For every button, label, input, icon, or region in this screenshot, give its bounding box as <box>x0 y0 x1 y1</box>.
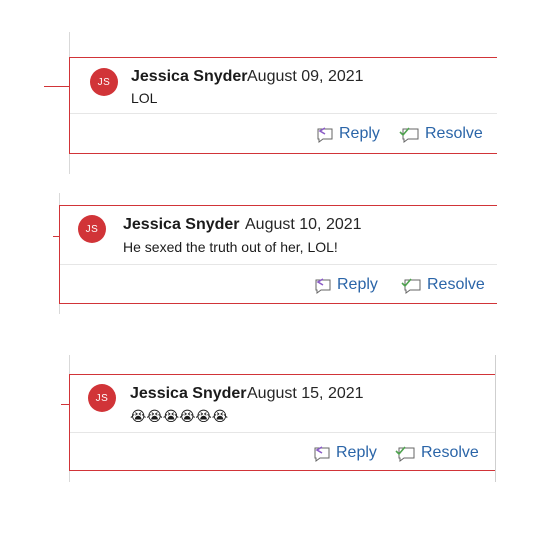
reply-button[interactable]: Reply <box>312 444 377 462</box>
comment-date: August 15, 2021 <box>247 385 364 402</box>
avatar: JS <box>88 384 116 412</box>
comment-card[interactable]: JS Jessica Snyder August 10, 2021 He sex… <box>59 205 497 304</box>
resolve-icon <box>395 446 415 462</box>
anchor-line <box>44 86 69 87</box>
comment-text: He sexed the truth out of her, LOL! <box>123 239 338 255</box>
resolve-label: Resolve <box>421 444 479 461</box>
resolve-button[interactable]: Resolve <box>401 276 485 294</box>
reply-icon <box>315 278 331 294</box>
resolve-button[interactable]: Resolve <box>395 444 479 462</box>
comment-text: 😭😭😭😭😭😭 <box>130 408 229 424</box>
comment-author: Jessica Snyder <box>130 385 247 402</box>
avatar: JS <box>90 68 118 96</box>
margin-line-right <box>495 355 496 482</box>
resolve-label: Resolve <box>427 276 485 293</box>
comment-card[interactable]: JS Jessica Snyder August 09, 2021 LOL Re… <box>69 57 497 154</box>
resolve-label: Resolve <box>425 125 483 142</box>
anchor-line <box>61 404 69 405</box>
comment-date: August 10, 2021 <box>245 216 362 233</box>
resolve-icon <box>399 127 419 143</box>
resolve-button[interactable]: Resolve <box>399 125 483 143</box>
comment-author: Jessica Snyder <box>123 216 240 233</box>
comment-header <box>60 206 497 265</box>
reply-label: Reply <box>336 444 377 461</box>
reply-label: Reply <box>339 125 380 142</box>
comment-date: August 09, 2021 <box>247 68 364 85</box>
reply-button[interactable]: Reply <box>315 125 380 143</box>
avatar: JS <box>78 215 106 243</box>
comment-text: LOL <box>131 90 158 106</box>
comment-card[interactable]: JS Jessica Snyder August 15, 2021 😭😭😭😭😭😭… <box>69 374 495 471</box>
reply-icon <box>314 446 330 462</box>
comment-author: Jessica Snyder <box>131 68 248 85</box>
reply-button[interactable]: Reply <box>313 276 378 294</box>
reply-label: Reply <box>337 276 378 293</box>
resolve-icon <box>401 278 421 294</box>
reply-icon <box>317 127 333 143</box>
